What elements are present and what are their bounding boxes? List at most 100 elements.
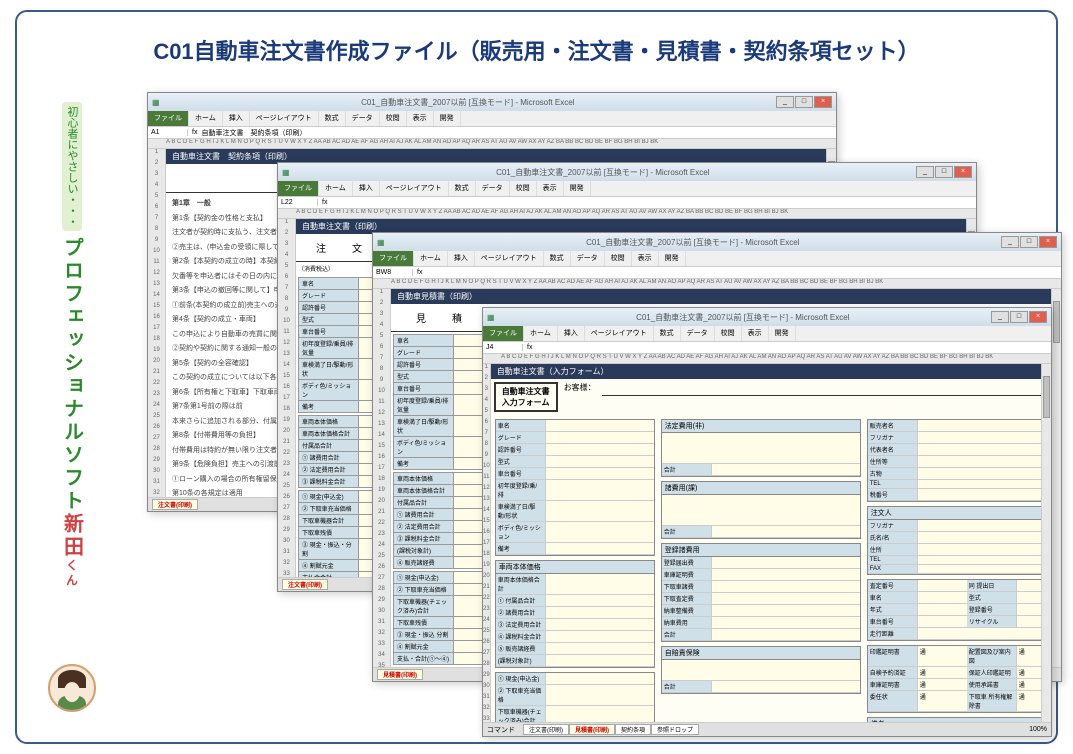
ribbon-dev[interactable]: 開発 (659, 251, 686, 266)
ribbon-layout[interactable]: ページレイアウト (250, 111, 319, 126)
vertical-scrollbar[interactable] (1041, 364, 1051, 722)
ribbon-layout[interactable]: ページレイアウト (475, 251, 544, 266)
ribbon: ファイル ホーム 挿入 ページレイアウト 数式 データ 校閲 表示 開発 (278, 181, 976, 197)
excel-icon: ▦ (487, 313, 495, 322)
ribbon-home[interactable]: ホーム (524, 326, 558, 341)
ribbon-view[interactable]: 表示 (537, 181, 564, 196)
maximize-button[interactable]: □ (795, 96, 813, 108)
windows-stack: ▦ C01_自動車注文書_2007以前 [互換モード] - Microsoft … (117, 92, 1026, 717)
sheet-tab-quote[interactable]: 見積書(印刷) (569, 724, 615, 735)
maximize-button[interactable]: □ (1020, 236, 1038, 248)
ribbon-insert[interactable]: 挿入 (448, 251, 475, 266)
sheet-tab[interactable]: 見積書(印刷) (377, 669, 423, 680)
ribbon-view[interactable]: 表示 (407, 111, 434, 126)
ribbon-layout[interactable]: ページレイアウト (585, 326, 654, 341)
close-button[interactable]: × (954, 166, 972, 178)
vehicle-block: 車名 グレード 認許番号 型式 車台番号 初年度登録/乗/排 車検満了日/駆動/… (495, 419, 655, 556)
ribbon: ファイル ホーム 挿入 ページレイアウト 数式 データ 校閲 表示 開発 (483, 326, 1051, 342)
ribbon-view[interactable]: 表示 (742, 326, 769, 341)
close-button[interactable]: × (1039, 236, 1057, 248)
titlebar: ▦ C01_自動車注文書_2007以前 [互換モード] - Microsoft … (373, 233, 1061, 251)
ribbon-review[interactable]: 校閲 (380, 111, 407, 126)
titlebar: ▦ C01_自動車注文書_2007以前 [互換モード] - Microsoft … (278, 163, 976, 181)
excel-icon: ▦ (282, 168, 290, 177)
formula-bar: L22 fx (278, 197, 976, 209)
avatar (48, 664, 96, 712)
row-headers: 1234567891011121314151617181920212223242… (373, 289, 391, 667)
ribbon-view[interactable]: 表示 (632, 251, 659, 266)
sheet-tab[interactable]: 注文書(印刷) (282, 579, 328, 590)
ribbon-formula[interactable]: 数式 (654, 326, 681, 341)
ribbon-data[interactable]: データ (476, 181, 510, 196)
ribbon-formula[interactable]: 数式 (449, 181, 476, 196)
ribbon-review[interactable]: 校閲 (715, 326, 742, 341)
ribbon-review[interactable]: 校閲 (510, 181, 537, 196)
minimize-button[interactable]: _ (1001, 236, 1019, 248)
page-title: C01自動車注文書作成ファイル（販売用・注文書・見積書・契約条項セット） (17, 34, 1056, 66)
row-headers: 1234567891011121314151617181920212223242… (483, 364, 491, 722)
ribbon-data[interactable]: データ (681, 326, 715, 341)
customer-block: 注文人 フリガナ 氏名/名 住所 TEL FAX (867, 506, 1041, 575)
section-header: 自動車見積書（印刷） (391, 289, 1051, 304)
vertical-scrollbar[interactable] (1051, 289, 1061, 667)
name-box[interactable]: A1 (148, 129, 188, 136)
ribbon-formula[interactable]: 数式 (544, 251, 571, 266)
ribbon-file[interactable]: ファイル (148, 111, 189, 126)
ribbon-dev[interactable]: 開発 (564, 181, 591, 196)
name-box[interactable]: J4 (483, 344, 523, 351)
zoom-level[interactable]: 100% (1029, 726, 1047, 733)
tradein-block: 査定番号同 提出日 車名型式 年式登録番号 車台番号リサイクル 走行距離 (867, 579, 1041, 641)
formula-bar: J4 fx (483, 342, 1051, 354)
ribbon-review[interactable]: 校閲 (605, 251, 632, 266)
minimize-button[interactable]: _ (991, 311, 1009, 323)
name-box[interactable]: BW8 (373, 269, 413, 276)
sheet-tab[interactable]: 注文書(印刷) (152, 499, 198, 510)
insurance-block: 自賠責保険 合計 (661, 646, 861, 694)
column-headers: A B C D E F G H I J K L M N O P Q R S T … (278, 209, 976, 219)
sidebar-subtitle: 初心者にやさしい・・・ (62, 102, 82, 231)
close-button[interactable]: × (1029, 311, 1047, 323)
titlebar: ▦ C01_自動車注文書_2007以前 [互換モード] - Microsoft … (483, 308, 1051, 326)
name-box[interactable]: L22 (278, 199, 318, 206)
column-headers: A B C D E F G H I J K L M N O P Q R S T … (483, 354, 1051, 364)
documents-block: 印鑑証明書通配置図及び案内図通 自検予約済証通保証人印鑑証明通 車庫証明書通使用… (867, 645, 1041, 713)
ribbon: ファイル ホーム 挿入 ページレイアウト 数式 データ 校閲 表示 開発 (148, 111, 836, 127)
formula-bar: BW8 fx (373, 267, 1061, 279)
ribbon-insert[interactable]: 挿入 (223, 111, 250, 126)
seller-block: 販売者名 フリガナ 代表者名 住所等 古物 TEL 税番号 (867, 419, 1041, 502)
form-grid: 車名 グレード 認許番号 型式 車台番号 初年度登録/乗/排 車検満了日/駆動/… (491, 415, 1041, 722)
ribbon-dev[interactable]: 開発 (769, 326, 796, 341)
maximize-button[interactable]: □ (1010, 311, 1028, 323)
ribbon-insert[interactable]: 挿入 (353, 181, 380, 196)
statutory-block: 法定費用(非) 合計 (661, 419, 861, 477)
ribbon-home[interactable]: ホーム (189, 111, 223, 126)
maximize-button[interactable]: □ (935, 166, 953, 178)
vehicle-table: 車名 グレード 認許番号 型式 車台番号 初年度登録/乗員/排気量 車検満了日/… (393, 334, 494, 470)
ribbon-formula[interactable]: 数式 (319, 111, 346, 126)
price-table: 車両本体価格 車両本体価格合計 付属品合計 ① 諸費用合計 ② 法定費用合計 ③… (393, 472, 494, 569)
formula-text[interactable]: 自動車注文書 契約条項（印刷） (201, 128, 306, 138)
minimize-button[interactable]: _ (776, 96, 794, 108)
titlebar: ▦ C01_自動車注文書_2007以前 [互換モード] - Microsoft … (148, 93, 836, 111)
ribbon-data[interactable]: データ (346, 111, 380, 126)
sidebar: 初心者にやさしい・・・ プロフェッショナルソフト 新田 くん (47, 102, 97, 712)
row-headers: 1234567891011121314151617181920212223242… (278, 219, 296, 577)
ribbon-insert[interactable]: 挿入 (558, 326, 585, 341)
sheet-tab-contract[interactable]: 契約条項 (615, 724, 651, 735)
ribbon-home[interactable]: ホーム (414, 251, 448, 266)
ribbon-dev[interactable]: 開発 (434, 111, 461, 126)
ribbon-file[interactable]: ファイル (278, 181, 319, 196)
ribbon-home[interactable]: ホーム (319, 181, 353, 196)
minimize-button[interactable]: _ (916, 166, 934, 178)
close-button[interactable]: × (814, 96, 832, 108)
formula-bar: A1 fx 自動車注文書 契約条項（印刷） (148, 127, 836, 139)
sheet-tab-order[interactable]: 注文書(印刷) (523, 724, 569, 735)
customer-input[interactable] (602, 382, 1041, 396)
ribbon-data[interactable]: データ (571, 251, 605, 266)
ribbon-file[interactable]: ファイル (373, 251, 414, 266)
ribbon: ファイル ホーム 挿入 ページレイアウト 数式 データ 校閲 表示 開発 (373, 251, 1061, 267)
sheet-tab-ref[interactable]: 参照ドロップ (651, 724, 699, 735)
ribbon-file[interactable]: ファイル (483, 326, 524, 341)
registration-block: 登録諸費用 登録届出費 車庫証明費 下取車諸費 下取査定費 納車整備費 納車費用… (661, 543, 861, 642)
ribbon-layout[interactable]: ページレイアウト (380, 181, 449, 196)
